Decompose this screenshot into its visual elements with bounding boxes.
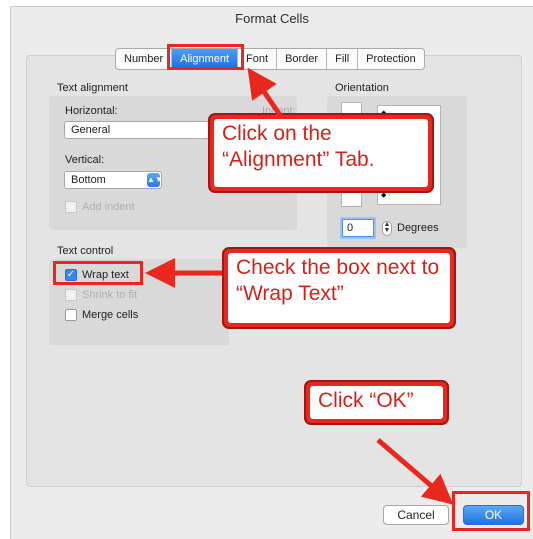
checkbox-box [65,289,77,301]
tab-fill[interactable]: Fill [327,49,359,69]
ok-callout-text: Click “OK” [310,386,443,419]
vertical-label: Vertical: [65,154,105,166]
checkbox-box [65,201,77,213]
merge-cells-checkbox[interactable]: Merge cells [65,309,138,321]
wrap-text-callout-text: Check the box next to “Wrap Text” [228,253,450,323]
degrees-input[interactable]: 0 [342,219,374,237]
ok-button-highlight [452,491,530,531]
cancel-button[interactable]: Cancel [383,505,449,525]
alignment-tab-callout: Click on the “Alignment” Tab. [208,113,434,193]
ok-callout: Click “OK” [304,380,449,425]
dialog-title: Format Cells [235,11,309,26]
tab-protection[interactable]: Protection [358,49,424,69]
text-control-heading: Text control [57,245,114,257]
shrink-to-fit-label: Shrink to fit [82,289,138,301]
wrap-text-highlight [53,261,143,285]
merge-cells-label: Merge cells [82,309,139,321]
horizontal-select-value: General [71,124,111,136]
orientation-heading: Orientation [335,82,389,94]
horizontal-label: Horizontal: [65,105,118,117]
alignment-tab-highlight [167,44,244,70]
vertical-select-value: Bottom [71,174,106,186]
alignment-tab-callout-text: Click on the “Alignment” Tab. [214,119,428,187]
degrees-stepper[interactable]: ▲ ▼ [382,221,392,236]
vertical-select[interactable]: Bottom ▲▼ [64,171,163,189]
add-indent-checkbox[interactable]: Add indent [65,201,135,213]
text-alignment-heading: Text alignment [57,82,128,94]
chevron-updown-icon: ▲▼ [147,173,163,187]
shrink-to-fit-checkbox[interactable]: Shrink to fit [65,289,137,301]
checkbox-box [65,309,77,321]
horizontal-select[interactable]: General [64,121,214,139]
degrees-label: Degrees [397,222,439,234]
tab-number[interactable]: Number [116,49,173,69]
wrap-text-callout: Check the box next to “Wrap Text” [222,247,456,329]
tab-border[interactable]: Border [277,49,328,69]
add-indent-label: Add indent [82,201,135,213]
tab-bar: Number Alignment Font Border Fill Protec… [115,48,425,70]
